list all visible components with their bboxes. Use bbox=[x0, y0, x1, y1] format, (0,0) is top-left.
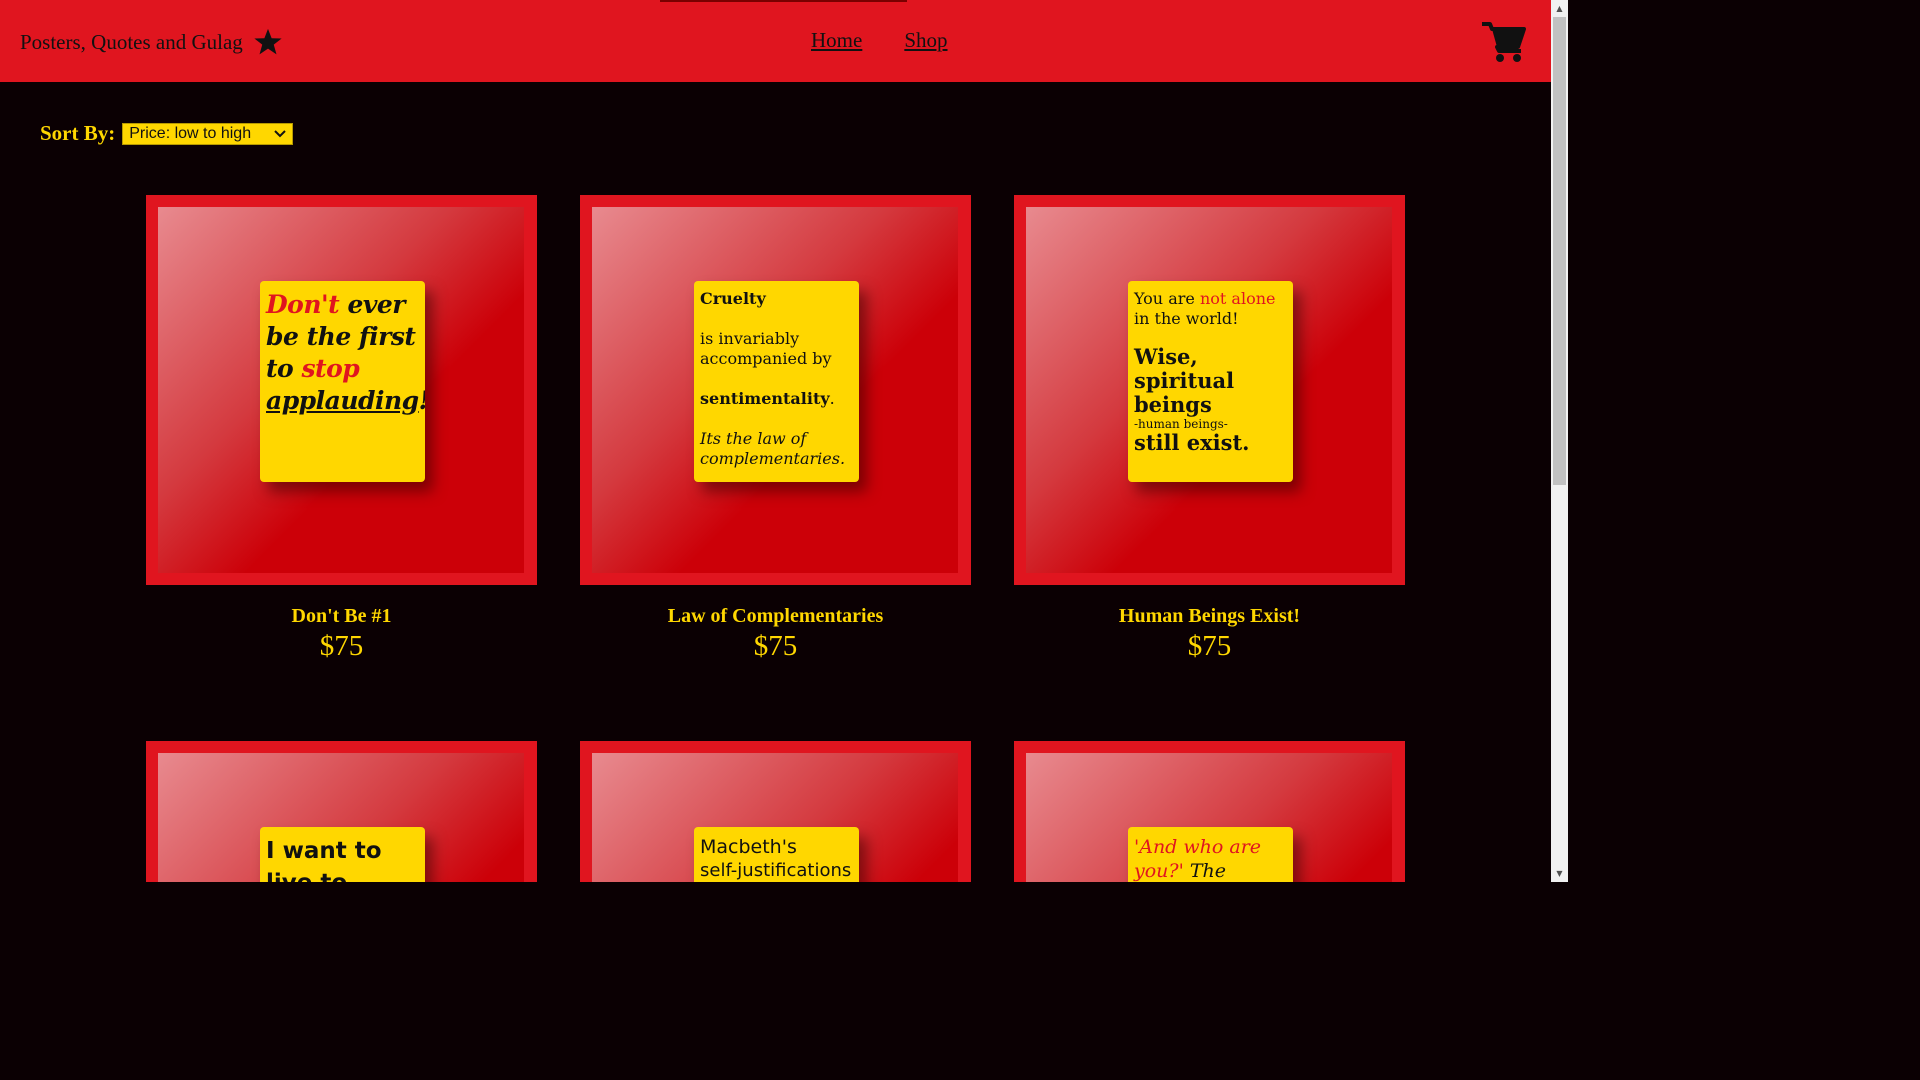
poster-text: sentimentality bbox=[700, 389, 830, 408]
sort-label: Sort By: bbox=[40, 121, 116, 145]
poster-text: applauding bbox=[266, 386, 419, 415]
poster-background: Macbeth's self-justifications bbox=[592, 753, 958, 882]
product-image[interactable]: You are not alone in the world! Wise, sp… bbox=[1014, 195, 1405, 585]
poster-text: 'And who are bbox=[1134, 836, 1262, 858]
poster-text: You are bbox=[1134, 289, 1195, 308]
main-nav: Home Shop bbox=[811, 28, 948, 53]
poster-text: I want to bbox=[266, 838, 382, 864]
poster-text: self-justifications bbox=[700, 860, 852, 881]
scrollbar-thumb[interactable] bbox=[1553, 17, 1566, 485]
poster-text: is invariably accompanied by bbox=[700, 329, 832, 368]
nav-shop-link[interactable]: Shop bbox=[904, 28, 947, 53]
page: Posters, Quotes and Gulag Home Shop Sort… bbox=[0, 0, 1568, 882]
sort-select[interactable]: Price: low to high bbox=[122, 122, 294, 145]
poster-card: Macbeth's self-justifications bbox=[694, 827, 859, 882]
brand-name: Posters, Quotes and Gulag bbox=[20, 29, 243, 54]
product-price: $75 bbox=[319, 630, 364, 662]
nav-home-link[interactable]: Home bbox=[811, 28, 862, 53]
product-image[interactable]: Don't ever be the first to stop applaudi… bbox=[146, 195, 537, 585]
poster-background: 'And who are you?' The bbox=[1026, 753, 1392, 882]
poster-text: -human beings- bbox=[1134, 417, 1228, 431]
poster-text: ever bbox=[347, 290, 405, 319]
product-card: You are not alone in the world! Wise, sp… bbox=[1014, 195, 1405, 663]
poster-text: live to... bbox=[266, 867, 419, 882]
poster-text: Cruelty bbox=[700, 289, 766, 308]
poster-text: Wise, spiritual beings bbox=[1134, 344, 1235, 417]
poster-text: in the world! bbox=[1134, 309, 1239, 328]
poster-card: 'And who are you?' The bbox=[1128, 827, 1293, 882]
product-image[interactable]: 'And who are you?' The bbox=[1014, 741, 1405, 882]
top-strip bbox=[660, 0, 907, 2]
poster-text: . bbox=[1242, 430, 1250, 455]
poster-background: Cruelty is invariably accompanied by sen… bbox=[592, 207, 958, 573]
poster-background: I want to live to... bbox=[158, 753, 524, 882]
sort-control: Sort By: Price: low to high bbox=[40, 121, 294, 146]
product-card: 'And who are you?' The bbox=[1014, 741, 1405, 882]
product-card: Macbeth's self-justifications bbox=[580, 741, 971, 882]
poster-background: Don't ever be the first to stop applaudi… bbox=[158, 207, 524, 573]
poster-card: Don't ever be the first to stop applaudi… bbox=[260, 281, 425, 482]
product-title[interactable]: Law of Complementaries bbox=[580, 605, 971, 628]
poster-text: Its the law of complementaries. bbox=[700, 429, 846, 468]
poster-text: The bbox=[1189, 860, 1227, 882]
poster-text: not alone bbox=[1199, 289, 1276, 308]
poster-text: you?' bbox=[1134, 860, 1184, 882]
cart-icon[interactable] bbox=[1481, 20, 1527, 64]
product-image[interactable]: Macbeth's self-justifications bbox=[580, 741, 971, 882]
poster-text: to bbox=[266, 354, 294, 383]
product-card: Don't ever be the first to stop applaudi… bbox=[146, 195, 537, 663]
star-icon bbox=[254, 28, 282, 55]
poster-text: Don't bbox=[266, 290, 340, 319]
vertical-scrollbar[interactable]: ▲ ▼ bbox=[1551, 0, 1568, 882]
poster-text: stop bbox=[301, 354, 360, 383]
product-price: $75 bbox=[1187, 630, 1232, 662]
poster-text: still exist bbox=[1134, 430, 1243, 455]
brand[interactable]: Posters, Quotes and Gulag bbox=[20, 25, 283, 59]
poster-card: Cruelty is invariably accompanied by sen… bbox=[694, 281, 859, 482]
product-image[interactable]: Cruelty is invariably accompanied by sen… bbox=[580, 195, 971, 585]
chevron-down-icon bbox=[274, 129, 286, 137]
poster-card: I want to live to... bbox=[260, 827, 425, 882]
product-price: $75 bbox=[753, 630, 798, 662]
product-title[interactable]: Don't Be #1 bbox=[146, 605, 537, 628]
sort-selected-value: Price: low to high bbox=[129, 124, 252, 142]
product-image[interactable]: I want to live to... bbox=[146, 741, 537, 882]
product-card: Cruelty is invariably accompanied by sen… bbox=[580, 195, 971, 663]
poster-text: ! bbox=[419, 386, 425, 415]
product-title[interactable]: Human Beings Exist! bbox=[1014, 605, 1405, 628]
poster-text: be the first bbox=[266, 322, 416, 351]
poster-text: . bbox=[829, 389, 835, 408]
poster-card: You are not alone in the world! Wise, sp… bbox=[1128, 281, 1293, 482]
scroll-down-arrow[interactable]: ▼ bbox=[1551, 865, 1568, 882]
poster-text: Macbeth's bbox=[700, 836, 797, 858]
site-header: Posters, Quotes and Gulag Home Shop bbox=[0, 0, 1551, 82]
product-card: I want to live to... bbox=[146, 741, 537, 882]
poster-background: You are not alone in the world! Wise, sp… bbox=[1026, 207, 1392, 573]
scroll-up-arrow[interactable]: ▲ bbox=[1551, 0, 1568, 17]
